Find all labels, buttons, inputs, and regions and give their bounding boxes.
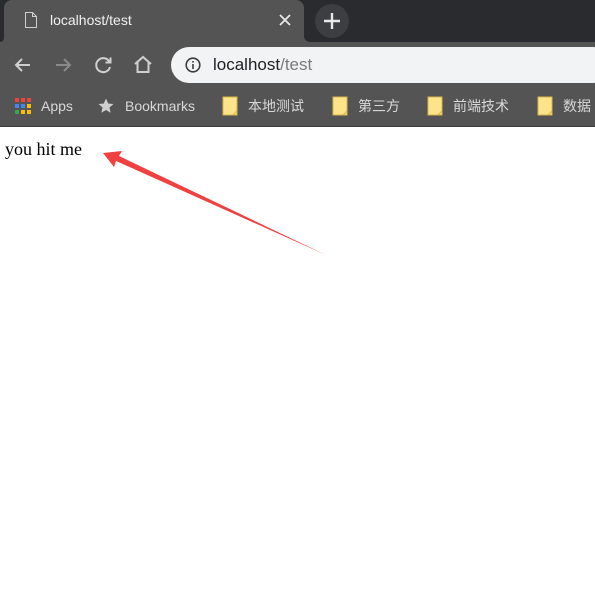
annotation-arrow-icon [103,151,326,255]
arrow-shape [103,151,326,255]
